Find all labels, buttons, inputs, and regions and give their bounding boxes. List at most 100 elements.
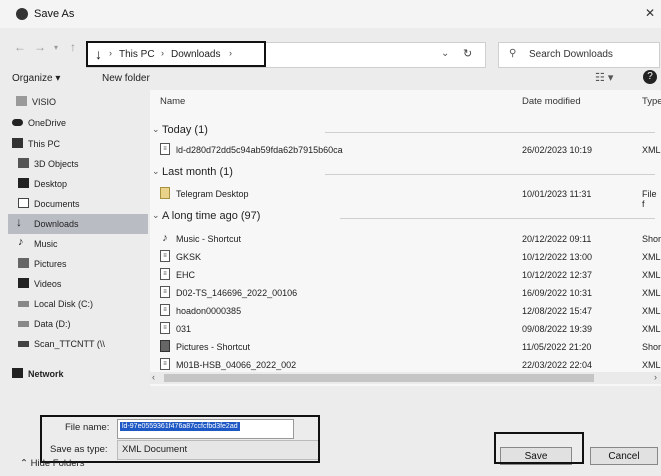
navigation-bar: ← → ▾ ↑ ↓ › This PC › Downloads › ⌄ ↻ ⚲ … (0, 28, 661, 68)
sidebar-item-this-pc[interactable]: This PC (8, 134, 148, 154)
file-date: 10/12/2022 13:00 (522, 252, 593, 262)
chevron-down-icon: ⌄ (152, 124, 160, 134)
file-date: 22/03/2022 22:04 (522, 360, 593, 370)
group-header-today[interactable]: ⌄ Today (1) (150, 122, 661, 140)
sidebar-item-visio[interactable]: VISIO (8, 92, 148, 112)
sidebar-item-desktop[interactable]: Desktop (8, 174, 148, 194)
file-row[interactable]: ≡ EHC 10/12/2022 12:37 XML (150, 265, 661, 284)
xml-file-icon: ≡ (160, 322, 170, 334)
file-date: 12/08/2022 15:47 (522, 306, 593, 316)
sidebar-item-downloads[interactable]: ↓ Downloads (8, 214, 148, 234)
help-icon[interactable]: ? (643, 70, 657, 84)
download-icon: ↓ (16, 215, 22, 229)
file-name: Music - Shortcut (176, 234, 242, 244)
sidebar-item-videos[interactable]: Videos (8, 274, 148, 294)
sidebar-item-scan-ttcntt[interactable]: Scan_TTCNTT (\\ (8, 334, 148, 354)
file-date: 10/01/2023 11:31 (522, 189, 592, 199)
sidebar-item-label: 3D Objects (34, 159, 79, 169)
new-folder-button[interactable]: New folder (102, 73, 150, 84)
view-options-icon[interactable]: ☷ ▾ (595, 71, 613, 84)
file-row[interactable]: ≡ GKSK 10/12/2022 13:00 XML (150, 247, 661, 266)
column-header-date[interactable]: Date modified (522, 96, 581, 107)
back-arrow-icon[interactable]: ← (14, 40, 26, 54)
sidebar-item-label: Pictures (34, 259, 67, 269)
file-row[interactable]: ≡ 031 09/08/2022 19:39 XML (150, 319, 661, 338)
chevron-up-icon: ⌃ (20, 458, 31, 469)
hide-folders-button[interactable]: ⌃ Hide Folders (20, 458, 84, 469)
cube-icon (18, 158, 29, 168)
file-row[interactable]: ≡ ld-d280d72dd5c94ab59fda62b7915b60ca 26… (150, 140, 661, 159)
column-header-type[interactable]: Type (642, 96, 661, 107)
sidebar-item-label: Local Disk (C:) (34, 299, 94, 309)
sidebar-item-music[interactable]: ♪ Music (8, 234, 148, 254)
file-date: 11/05/2022 21:20 (522, 342, 592, 352)
organize-button[interactable]: Organize ▾ (12, 73, 60, 84)
forward-arrow-icon[interactable]: → (34, 40, 46, 54)
sidebar-item-label: Data (D:) (34, 319, 71, 329)
pc-icon (12, 138, 23, 148)
xml-file-icon: ≡ (160, 358, 170, 370)
sidebar-item-label: Videos (34, 279, 62, 289)
file-type: XML (642, 288, 661, 298)
folder-icon (160, 187, 170, 199)
file-name: ld-d280d72dd5c94ab59fda62b7915b60ca (176, 145, 343, 155)
address-dropdown-icon[interactable]: ⌄ (441, 48, 449, 59)
disk-icon (18, 321, 29, 327)
file-type: Shor (642, 342, 661, 352)
save-as-dialog: Save As ✕ ← → ▾ ↑ ↓ › This PC › Download… (0, 0, 661, 476)
refresh-icon[interactable]: ↻ (463, 47, 472, 60)
xml-file-icon: ≡ (160, 250, 170, 262)
group-divider (325, 132, 655, 133)
search-icon: ⚲ (509, 48, 517, 59)
group-header-last-month[interactable]: ⌄ Last month (1) (150, 164, 661, 182)
sidebar-item-pictures[interactable]: Pictures (8, 254, 148, 274)
file-name: hoadon0000385 (176, 306, 242, 316)
sidebar-item-onedrive[interactable]: OneDrive (8, 113, 148, 133)
sidebar-item-data-drive[interactable]: Data (D:) (8, 314, 148, 334)
sidebar-item-3d-objects[interactable]: 3D Objects (8, 154, 148, 174)
file-row[interactable]: ≡ D02-TS_146696_2022_00106 16/09/2022 10… (150, 283, 661, 302)
xml-file-icon: ≡ (160, 286, 170, 298)
file-name: D02-TS_146696_2022_00106 (176, 288, 298, 298)
disk-icon (18, 301, 29, 307)
file-row[interactable]: ≡ hoadon0000385 12/08/2022 15:47 XML (150, 301, 661, 320)
group-divider (325, 174, 655, 175)
file-row[interactable]: Pictures - Shortcut 11/05/2022 21:20 Sho… (150, 337, 661, 356)
history-chevron-icon[interactable]: ▾ (54, 43, 58, 52)
group-divider (340, 218, 655, 219)
scroll-right-icon[interactable]: › (654, 372, 657, 382)
file-date: 09/08/2022 19:39 (522, 324, 593, 334)
scroll-left-icon[interactable]: ‹ (152, 372, 155, 382)
file-date: 10/12/2022 12:37 (522, 270, 593, 280)
up-arrow-icon[interactable]: ↑ (70, 40, 76, 54)
file-row[interactable]: Telegram Desktop 10/01/2023 11:31 File f (150, 184, 661, 209)
file-row[interactable]: ♪ Music - Shortcut 20/12/2022 09:11 Shor (150, 229, 661, 248)
save-options-panel: File name: ld-97e0559361f476a87ccfcfbd3f… (0, 388, 661, 476)
file-type: XML (642, 360, 661, 370)
search-input[interactable]: ⚲ Search Downloads (498, 42, 660, 68)
desktop-icon (18, 178, 29, 188)
sidebar-item-label: Documents (34, 199, 80, 209)
sidebar-item-local-disk[interactable]: Local Disk (C:) (8, 294, 148, 314)
xml-file-icon: ≡ (160, 304, 170, 316)
music-shortcut-icon: ♪ (162, 232, 168, 244)
file-name: GKSK (176, 252, 202, 262)
scrollbar-thumb[interactable] (164, 374, 594, 382)
sidebar-item-label: Desktop (34, 179, 68, 189)
horizontal-scrollbar[interactable]: ‹ › (150, 372, 661, 384)
close-icon[interactable]: ✕ (645, 6, 655, 20)
network-icon (12, 368, 23, 378)
title-bar: Save As ✕ (0, 0, 661, 28)
sidebar-item-network[interactable]: Network (8, 364, 148, 384)
group-header-long-ago[interactable]: ⌄ A long time ago (97) (150, 208, 661, 226)
file-name: 031 (176, 324, 192, 334)
column-header-name[interactable]: Name (160, 96, 185, 107)
sidebar-item-documents[interactable]: Documents (8, 194, 148, 214)
xml-file-icon: ≡ (160, 268, 170, 280)
sidebar-item-label: Downloads (34, 219, 79, 229)
chevron-down-icon: ⌄ (152, 210, 160, 220)
chevron-down-icon: ⌄ (152, 166, 160, 176)
sidebar-item-label: Music (34, 239, 58, 249)
cancel-button[interactable]: Cancel (590, 447, 658, 465)
xml-file-icon: ≡ (160, 143, 170, 155)
